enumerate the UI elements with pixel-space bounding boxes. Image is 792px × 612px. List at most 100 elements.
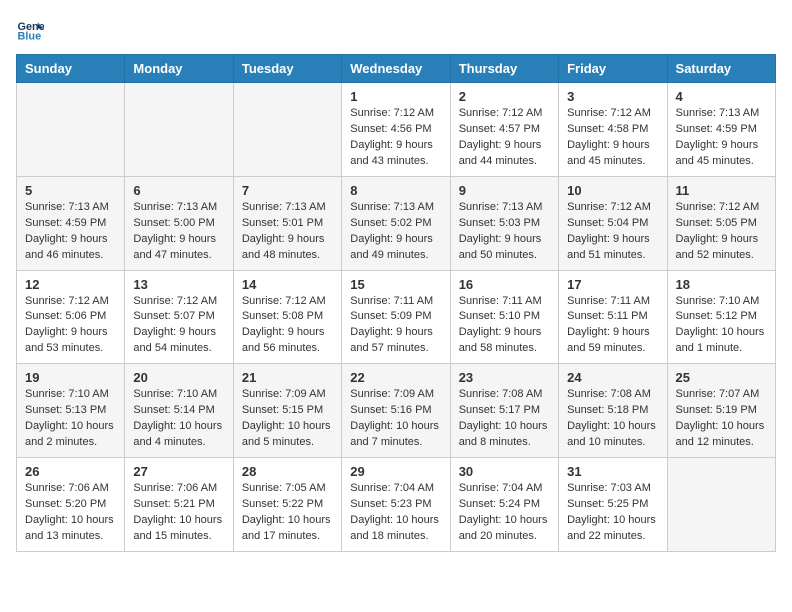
weekday-header-tuesday: Tuesday xyxy=(233,55,341,83)
day-number: 11 xyxy=(676,183,767,198)
calendar-week-row: 26 Sunrise: 7:06 AMSunset: 5:20 PMDayligh… xyxy=(17,458,776,552)
calendar-day-28: 28 Sunrise: 7:05 AMSunset: 5:22 PMDayligh… xyxy=(233,458,341,552)
calendar-day-1: 1Sunrise: 7:12 AMSunset: 4:56 PMDaylight… xyxy=(342,83,450,177)
day-info: Sunrise: 7:10 AMSunset: 5:14 PMDaylight:… xyxy=(133,387,224,451)
day-number: 27 xyxy=(133,464,224,479)
day-info: Sunrise: 7:09 AMSunset: 5:15 PMDaylight:… xyxy=(242,387,333,451)
day-info: Sunrise: 7:09 AMSunset: 5:16 PMDaylight:… xyxy=(350,387,441,451)
calendar-day-4: 4Sunrise: 7:13 AMSunset: 4:59 PMDaylight… xyxy=(667,83,775,177)
calendar-day-12: 12 Sunrise: 7:12 AMSunset: 5:06 PMDayligh… xyxy=(17,270,125,364)
calendar-day-27: 27Sunrise: 7:06 AMSunset: 5:21 PMDayligh… xyxy=(125,458,233,552)
calendar-day-7: 7 Sunrise: 7:13 AMSunset: 5:01 PMDaylight… xyxy=(233,176,341,270)
day-number: 17 xyxy=(567,277,658,292)
weekday-header-monday: Monday xyxy=(125,55,233,83)
calendar-day-25: 25 Sunrise: 7:07 AMSunset: 5:19 PMDayligh… xyxy=(667,364,775,458)
day-number: 9 xyxy=(459,183,550,198)
day-info: Sunrise: 7:12 AMSunset: 5:06 PMDaylight:… xyxy=(25,294,116,358)
calendar-week-row: 12 Sunrise: 7:12 AMSunset: 5:06 PMDayligh… xyxy=(17,270,776,364)
day-number: 29 xyxy=(350,464,441,479)
day-number: 12 xyxy=(25,277,116,292)
day-number: 5 xyxy=(25,183,116,198)
day-info: Sunrise: 7:13 AMSunset: 5:00 PMDaylight:… xyxy=(133,200,224,264)
day-info: Sunrise: 7:08 AMSunset: 5:17 PMDaylight:… xyxy=(459,387,550,451)
calendar-day-15: 15Sunrise: 7:11 AMSunset: 5:09 PMDayligh… xyxy=(342,270,450,364)
day-info: Sunrise: 7:10 AMSunset: 5:12 PMDaylight:… xyxy=(676,294,767,358)
calendar-week-row: 1Sunrise: 7:12 AMSunset: 4:56 PMDaylight… xyxy=(17,83,776,177)
day-info: Sunrise: 7:07 AMSunset: 5:19 PMDaylight:… xyxy=(676,387,767,451)
day-number: 19 xyxy=(25,370,116,385)
weekday-header-friday: Friday xyxy=(559,55,667,83)
calendar-day-3: 3Sunrise: 7:12 AMSunset: 4:58 PMDaylight… xyxy=(559,83,667,177)
day-info: Sunrise: 7:13 AMSunset: 5:02 PMDaylight:… xyxy=(350,200,441,264)
day-number: 8 xyxy=(350,183,441,198)
calendar-day-31: 31 Sunrise: 7:03 AMSunset: 5:25 PMDayligh… xyxy=(559,458,667,552)
day-number: 7 xyxy=(242,183,333,198)
weekday-header-saturday: Saturday xyxy=(667,55,775,83)
calendar-day-19: 19 Sunrise: 7:10 AMSunset: 5:13 PMDayligh… xyxy=(17,364,125,458)
day-info: Sunrise: 7:13 AMSunset: 4:59 PMDaylight:… xyxy=(25,200,116,264)
day-info: Sunrise: 7:04 AMSunset: 5:23 PMDaylight:… xyxy=(350,481,441,545)
calendar-day-11: 11Sunrise: 7:12 AMSunset: 5:05 PMDayligh… xyxy=(667,176,775,270)
day-info: Sunrise: 7:06 AMSunset: 5:20 PMDaylight:… xyxy=(25,481,116,545)
day-info: Sunrise: 7:11 AMSunset: 5:11 PMDaylight:… xyxy=(567,294,658,358)
day-info: Sunrise: 7:12 AMSunset: 5:04 PMDaylight:… xyxy=(567,200,658,264)
calendar-day-21: 21Sunrise: 7:09 AMSunset: 5:15 PMDayligh… xyxy=(233,364,341,458)
calendar-day-empty xyxy=(125,83,233,177)
day-number: 18 xyxy=(676,277,767,292)
day-info: Sunrise: 7:13 AMSunset: 5:01 PMDaylight:… xyxy=(242,200,333,264)
weekday-header-sunday: Sunday xyxy=(17,55,125,83)
day-number: 24 xyxy=(567,370,658,385)
day-info: Sunrise: 7:10 AMSunset: 5:13 PMDaylight:… xyxy=(25,387,116,451)
page-header: General Blue xyxy=(16,16,776,44)
day-number: 25 xyxy=(676,370,767,385)
day-number: 2 xyxy=(459,89,550,104)
weekday-header-thursday: Thursday xyxy=(450,55,558,83)
calendar-week-row: 19 Sunrise: 7:10 AMSunset: 5:13 PMDayligh… xyxy=(17,364,776,458)
day-number: 4 xyxy=(676,89,767,104)
calendar-day-5: 5 Sunrise: 7:13 AMSunset: 4:59 PMDaylight… xyxy=(17,176,125,270)
day-info: Sunrise: 7:12 AMSunset: 5:08 PMDaylight:… xyxy=(242,294,333,358)
calendar-day-20: 20Sunrise: 7:10 AMSunset: 5:14 PMDayligh… xyxy=(125,364,233,458)
calendar-day-16: 16Sunrise: 7:11 AMSunset: 5:10 PMDayligh… xyxy=(450,270,558,364)
day-info: Sunrise: 7:08 AMSunset: 5:18 PMDaylight:… xyxy=(567,387,658,451)
calendar-day-6: 6Sunrise: 7:13 AMSunset: 5:00 PMDaylight… xyxy=(125,176,233,270)
day-info: Sunrise: 7:12 AMSunset: 4:57 PMDaylight:… xyxy=(459,106,550,170)
day-number: 26 xyxy=(25,464,116,479)
calendar-day-8: 8 Sunrise: 7:13 AMSunset: 5:02 PMDaylight… xyxy=(342,176,450,270)
weekday-header-row: SundayMondayTuesdayWednesdayThursdayFrid… xyxy=(17,55,776,83)
day-number: 14 xyxy=(242,277,333,292)
calendar-day-23: 23 Sunrise: 7:08 AMSunset: 5:17 PMDayligh… xyxy=(450,364,558,458)
day-info: Sunrise: 7:12 AMSunset: 5:07 PMDaylight:… xyxy=(133,294,224,358)
calendar-day-22: 22 Sunrise: 7:09 AMSunset: 5:16 PMDayligh… xyxy=(342,364,450,458)
day-number: 22 xyxy=(350,370,441,385)
day-number: 23 xyxy=(459,370,550,385)
calendar-day-empty xyxy=(17,83,125,177)
calendar-day-24: 24 Sunrise: 7:08 AMSunset: 5:18 PMDayligh… xyxy=(559,364,667,458)
day-info: Sunrise: 7:11 AMSunset: 5:09 PMDaylight:… xyxy=(350,294,441,358)
calendar-day-empty xyxy=(233,83,341,177)
day-number: 10 xyxy=(567,183,658,198)
day-info: Sunrise: 7:03 AMSunset: 5:25 PMDaylight:… xyxy=(567,481,658,545)
calendar-day-30: 30 Sunrise: 7:04 AMSunset: 5:24 PMDayligh… xyxy=(450,458,558,552)
day-number: 16 xyxy=(459,277,550,292)
svg-text:Blue: Blue xyxy=(18,30,42,42)
calendar-day-29: 29 Sunrise: 7:04 AMSunset: 5:23 PMDayligh… xyxy=(342,458,450,552)
day-number: 31 xyxy=(567,464,658,479)
day-number: 1 xyxy=(350,89,441,104)
day-number: 13 xyxy=(133,277,224,292)
calendar-day-2: 2 Sunrise: 7:12 AMSunset: 4:57 PMDaylight… xyxy=(450,83,558,177)
day-number: 28 xyxy=(242,464,333,479)
calendar-day-18: 18 Sunrise: 7:10 AMSunset: 5:12 PMDayligh… xyxy=(667,270,775,364)
day-info: Sunrise: 7:13 AMSunset: 5:03 PMDaylight:… xyxy=(459,200,550,264)
calendar-day-26: 26 Sunrise: 7:06 AMSunset: 5:20 PMDayligh… xyxy=(17,458,125,552)
day-info: Sunrise: 7:12 AMSunset: 4:58 PMDaylight:… xyxy=(567,106,658,170)
weekday-header-wednesday: Wednesday xyxy=(342,55,450,83)
calendar-table: SundayMondayTuesdayWednesdayThursdayFrid… xyxy=(16,54,776,552)
day-number: 30 xyxy=(459,464,550,479)
calendar-day-17: 17 Sunrise: 7:11 AMSunset: 5:11 PMDayligh… xyxy=(559,270,667,364)
day-info: Sunrise: 7:05 AMSunset: 5:22 PMDaylight:… xyxy=(242,481,333,545)
calendar-week-row: 5 Sunrise: 7:13 AMSunset: 4:59 PMDaylight… xyxy=(17,176,776,270)
calendar-day-9: 9 Sunrise: 7:13 AMSunset: 5:03 PMDaylight… xyxy=(450,176,558,270)
day-info: Sunrise: 7:04 AMSunset: 5:24 PMDaylight:… xyxy=(459,481,550,545)
calendar-day-10: 10 Sunrise: 7:12 AMSunset: 5:04 PMDayligh… xyxy=(559,176,667,270)
